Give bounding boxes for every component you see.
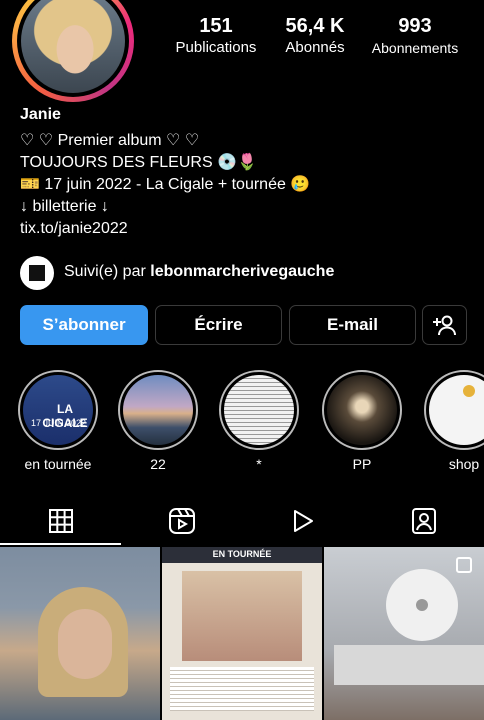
- tab-posts[interactable]: [0, 498, 121, 544]
- email-button[interactable]: E-mail: [289, 305, 416, 345]
- tab-reels[interactable]: [121, 498, 242, 544]
- highlight-label: en tournée: [24, 456, 92, 472]
- post-thumbnail[interactable]: EN TOURNÉE: [162, 547, 322, 720]
- highlight-label: PP: [352, 456, 372, 472]
- highlight-en-tournee[interactable]: LA CIGALE 17 JUIN 2022 en tournée: [18, 370, 98, 472]
- followed-by-avatar[interactable]: [20, 256, 54, 290]
- multi-post-icon: [456, 557, 472, 573]
- suggest-users-button[interactable]: [422, 305, 467, 345]
- reels-icon: [168, 508, 195, 534]
- subscribe-button[interactable]: S’abonner: [20, 305, 148, 345]
- message-button[interactable]: Écrire: [155, 305, 282, 345]
- highlight-22[interactable]: 22: [118, 370, 198, 472]
- grid-icon: [48, 509, 73, 533]
- posts-count: 151: [199, 15, 233, 37]
- stat-followers[interactable]: 56,4 K Abonnés: [272, 14, 358, 58]
- profile-name: Janie: [20, 106, 61, 123]
- highlight-label: *: [256, 456, 262, 472]
- highlight-star[interactable]: *: [219, 370, 299, 472]
- highlight-cover: LA CIGALE 17 JUIN 2022: [23, 375, 93, 445]
- followed-by-prefix: Suivi(e) par: [64, 263, 146, 280]
- profile-tabs: [0, 498, 484, 544]
- highlight-cover: [224, 375, 294, 445]
- tagged-person-icon: [411, 508, 436, 534]
- tab-tagged[interactable]: [363, 498, 484, 544]
- highlight-cover-date: 17 JUIN 2022: [31, 418, 87, 428]
- post-thumbnail[interactable]: [0, 547, 160, 720]
- play-icon: [293, 510, 313, 532]
- add-person-icon: [432, 315, 456, 336]
- posts-label: Publications: [175, 39, 257, 56]
- post-header-text: EN TOURNÉE: [212, 549, 272, 559]
- followed-by[interactable]: Suivi(e) par lebonmarcherivegauche: [64, 263, 334, 281]
- followers-count: 56,4 K: [285, 15, 345, 37]
- stat-posts[interactable]: 151 Publications: [168, 14, 264, 58]
- followed-by-user[interactable]: lebonmarcherivegauche: [150, 263, 334, 280]
- highlight-label: shop: [448, 456, 480, 472]
- profile-avatar[interactable]: [12, 0, 134, 102]
- highlight-pp[interactable]: PP: [322, 370, 402, 472]
- active-tab-indicator: [0, 543, 121, 545]
- bio-line: ↓ billetterie ↓: [20, 198, 109, 215]
- following-label: Abonnements: [371, 40, 459, 56]
- highlight-label: 22: [150, 456, 166, 472]
- bio-line: TOUJOURS DES FLEURS 💿🌷: [20, 154, 257, 171]
- bio-line: 🎫 17 juin 2022 - La Cigale + tournée 🥲: [20, 176, 311, 193]
- highlight-shop[interactable]: shop: [424, 370, 484, 472]
- highlight-cover: [327, 375, 397, 445]
- highlight-cover: [123, 375, 193, 445]
- post-thumbnail[interactable]: [324, 547, 484, 720]
- following-count: 993: [398, 15, 432, 37]
- highlight-cover: [429, 375, 484, 445]
- bio-link[interactable]: tix.to/janie2022: [20, 218, 128, 240]
- followers-label: Abonnés: [285, 39, 345, 56]
- stat-following[interactable]: 993 Abonnements: [366, 14, 464, 58]
- tab-videos[interactable]: [242, 498, 363, 544]
- bio-line: ♡ ♡ Premier album ♡ ♡: [20, 132, 200, 149]
